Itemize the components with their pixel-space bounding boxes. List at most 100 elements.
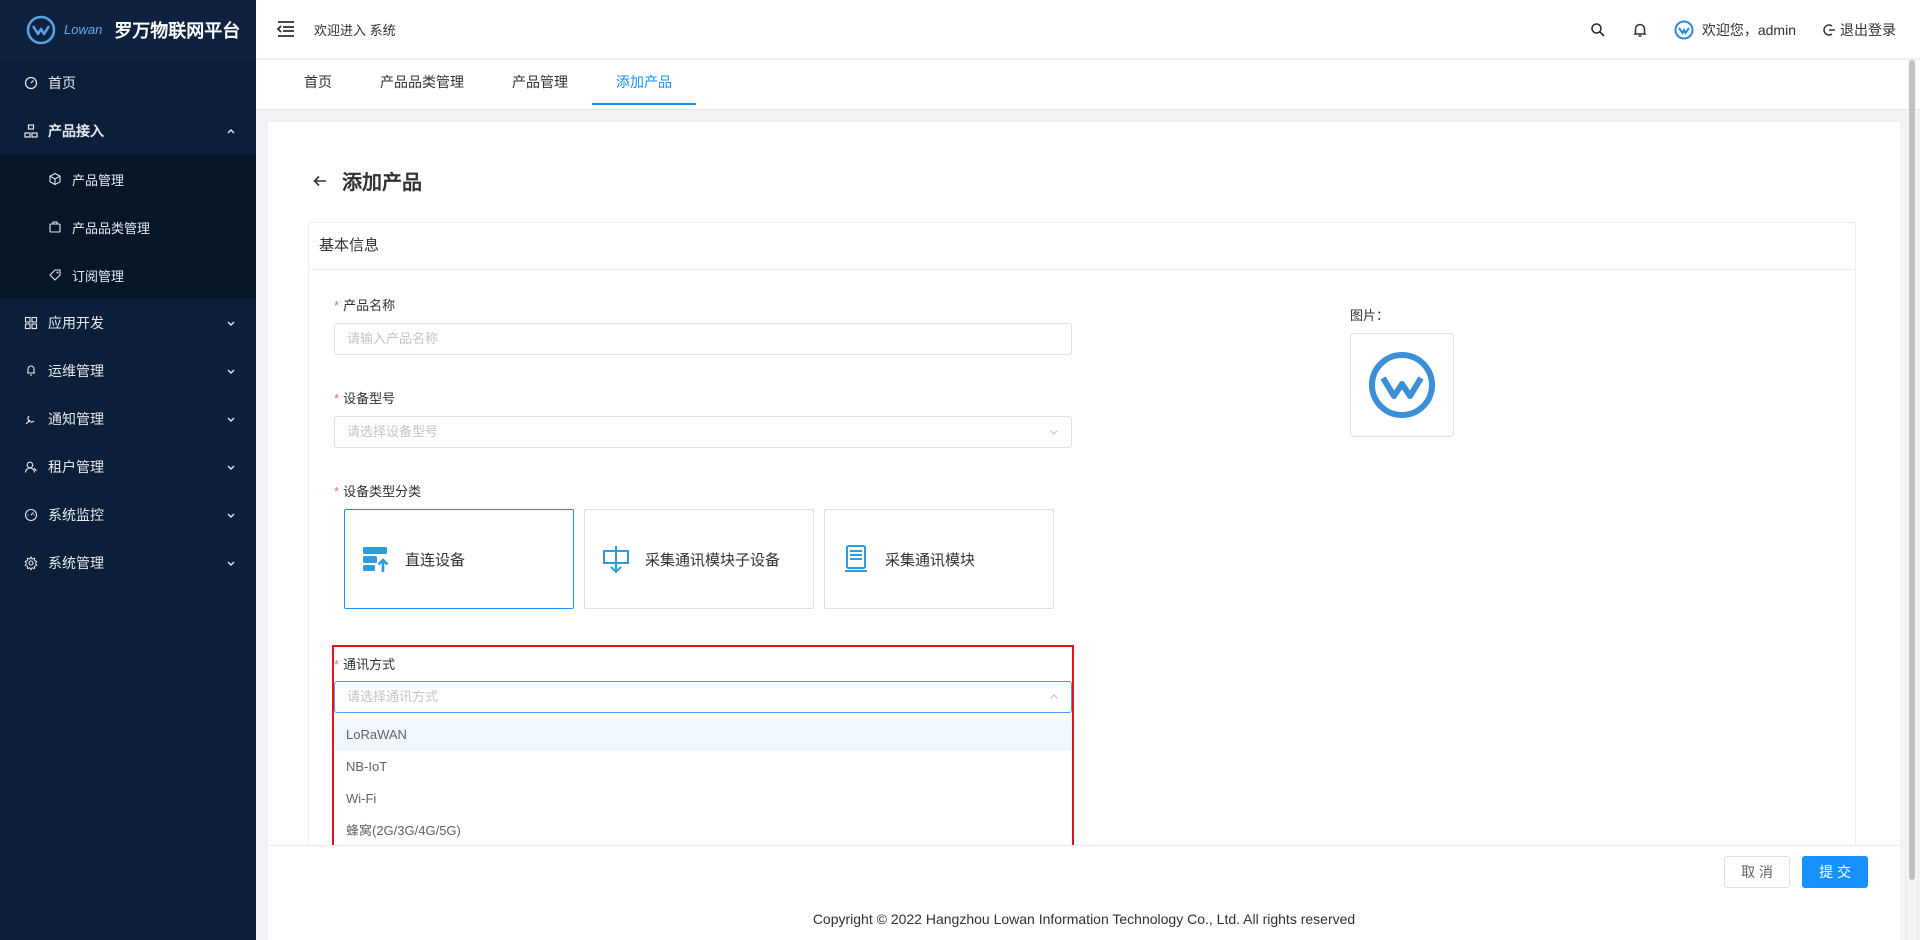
avatar: [1674, 20, 1694, 39]
page-header: 添加产品: [312, 166, 422, 195]
comm-option-cellular[interactable]: 蜂窝(2G/3G/4G/5G): [334, 815, 1072, 847]
chevron-down-icon: [227, 465, 235, 470]
sidebar-item-category-management[interactable]: 产品品类管理: [0, 203, 256, 251]
chevron-down-icon: [1050, 430, 1058, 435]
sidebar-item-system[interactable]: 系统管理: [0, 539, 256, 587]
product-name-label: * 产品名称: [334, 295, 395, 314]
comm-method-dropdown: LoRaWAN NB-IoT Wi-Fi 蜂窝(2G/3G/4G/5G): [334, 719, 1072, 855]
chevron-down-icon: [227, 369, 235, 374]
product-name-input[interactable]: 请输入产品名称: [334, 323, 1072, 355]
sidebar-item-home[interactable]: 首页: [0, 59, 256, 107]
sidebar-item-label: 产品管理: [72, 172, 125, 188]
bell-icon[interactable]: [1632, 22, 1648, 38]
chevron-up-icon: [1050, 694, 1058, 699]
device-type-label-text: 直连设备: [405, 551, 466, 569]
device-type-label-text: 采集通讯模块: [885, 551, 976, 569]
server-upload-icon: [363, 547, 389, 572]
device-type-direct[interactable]: 直连设备: [344, 509, 574, 609]
comm-option-nbiot[interactable]: NB-IoT: [334, 751, 1072, 783]
placeholder-text: 请选择通讯方式: [347, 689, 439, 704]
device-type-sub-device[interactable]: 采集通讯模块子设备: [584, 509, 814, 609]
sidebar-item-label: 系统管理: [48, 555, 104, 571]
dashboard-icon: [24, 76, 38, 90]
top-header: 欢迎进入 系统 欢迎您，admin 退出登录: [256, 0, 1920, 59]
app-icon: [24, 316, 38, 330]
tenant-icon: [24, 461, 37, 473]
sidebar-item-app-dev[interactable]: 应用开发: [0, 299, 256, 347]
cube-icon: [49, 172, 61, 186]
device-model-select[interactable]: 请选择设备型号: [334, 416, 1072, 448]
sidebar-item-label: 通知管理: [48, 411, 104, 427]
settings-icon: [24, 556, 38, 570]
sidebar-item-product-management[interactable]: 产品管理: [0, 155, 256, 203]
cancel-button[interactable]: 取 消: [1724, 856, 1790, 888]
submenu-product-access: 产品管理 产品品类管理 订阅管理: [0, 155, 256, 299]
sidebar-item-subscription[interactable]: 订阅管理: [0, 251, 256, 299]
user-greeting: 欢迎您，admin: [1701, 21, 1796, 38]
device-type-label: * 设备类型分类: [334, 481, 421, 500]
section-title: 基本信息: [309, 223, 1855, 270]
field-label-text: 设备类型分类: [343, 484, 422, 499]
tag-icon: [49, 269, 61, 281]
submit-button[interactable]: 提 交: [1802, 856, 1868, 888]
logout-label: 退出登录: [1840, 21, 1896, 38]
required-mark: *: [334, 391, 340, 406]
device-type-module[interactable]: 采集通讯模块: [824, 509, 1054, 609]
sidebar-item-label: 系统监控: [48, 507, 104, 523]
logo-icon: [26, 15, 56, 44]
app-title: 罗万物联网平台: [114, 20, 241, 41]
required-mark: *: [334, 484, 340, 499]
required-mark: *: [334, 298, 340, 313]
sidebar-item-label: 产品品类管理: [72, 220, 151, 236]
chevron-up-icon: [227, 129, 235, 134]
field-label-text: 设备型号: [343, 391, 396, 406]
product-icon: [24, 124, 38, 138]
notify-icon: [25, 415, 35, 425]
sidebar-item-maintenance[interactable]: 运维管理: [0, 347, 256, 395]
logo[interactable]: Lowan 罗万物联网平台: [0, 0, 256, 59]
sidebar-item-label: 订阅管理: [72, 268, 125, 284]
category-icon: [49, 221, 61, 233]
comm-option-wifi[interactable]: Wi-Fi: [334, 783, 1072, 815]
sidebar-item-label: 应用开发: [48, 315, 104, 331]
placeholder-text: 请选择设备型号: [347, 424, 439, 439]
comm-method-label: * 通讯方式: [334, 654, 395, 673]
sidebar-item-tenant[interactable]: 租户管理: [0, 443, 256, 491]
logo-subtitle: Lowan: [64, 22, 103, 37]
sidebar-item-label: 运维管理: [48, 363, 104, 379]
tabs-bar: 首页 产品品类管理 产品管理 添加产品: [256, 60, 1920, 110]
user-menu[interactable]: 欢迎您，admin: [1674, 20, 1796, 40]
sidebar-item-label: 租户管理: [48, 459, 104, 475]
tab-category-management[interactable]: 产品品类管理: [356, 60, 488, 110]
logout-button[interactable]: 退出登录: [1822, 20, 1896, 40]
module-sub-icon: [603, 546, 629, 574]
chevron-down-icon: [227, 513, 235, 518]
comm-method-select[interactable]: 请选择通讯方式: [334, 681, 1072, 713]
welcome-text: 欢迎进入 系统: [314, 22, 396, 38]
page-title: 添加产品: [342, 172, 422, 194]
device-model-label: * 设备型号: [334, 388, 395, 407]
scrollbar-thumb[interactable]: [1909, 60, 1915, 880]
tab-product-management[interactable]: 产品管理: [488, 60, 592, 110]
image-upload[interactable]: [1350, 333, 1454, 437]
arrow-left-icon[interactable]: [312, 173, 328, 189]
sidebar-item-product-access[interactable]: 产品接入: [0, 107, 256, 155]
device-type-label-text: 采集通讯模块子设备: [645, 551, 781, 569]
header-actions: 欢迎您，admin 退出登录: [1590, 0, 1896, 59]
required-mark: *: [334, 657, 340, 672]
tab-home[interactable]: 首页: [280, 60, 356, 110]
sidebar-item-label: 产品接入: [48, 123, 104, 139]
copyright: Copyright © 2022 Hangzhou Lowan Informat…: [268, 898, 1900, 940]
sidebar-item-notification[interactable]: 通知管理: [0, 395, 256, 443]
tab-add-product[interactable]: 添加产品: [592, 60, 696, 110]
maintenance-icon: [27, 365, 35, 376]
menu-collapse-icon[interactable]: [276, 19, 296, 39]
module-icon: [845, 545, 867, 572]
sidebar-item-monitor[interactable]: 系统监控: [0, 491, 256, 539]
comm-option-lorawan[interactable]: LoRaWAN: [334, 719, 1072, 751]
search-icon[interactable]: [1590, 22, 1606, 38]
product-image-logo: [1369, 352, 1435, 418]
page-scrollbar[interactable]: [1908, 60, 1916, 940]
chevron-down-icon: [227, 561, 235, 566]
sidebar-item-label: 首页: [48, 75, 76, 91]
